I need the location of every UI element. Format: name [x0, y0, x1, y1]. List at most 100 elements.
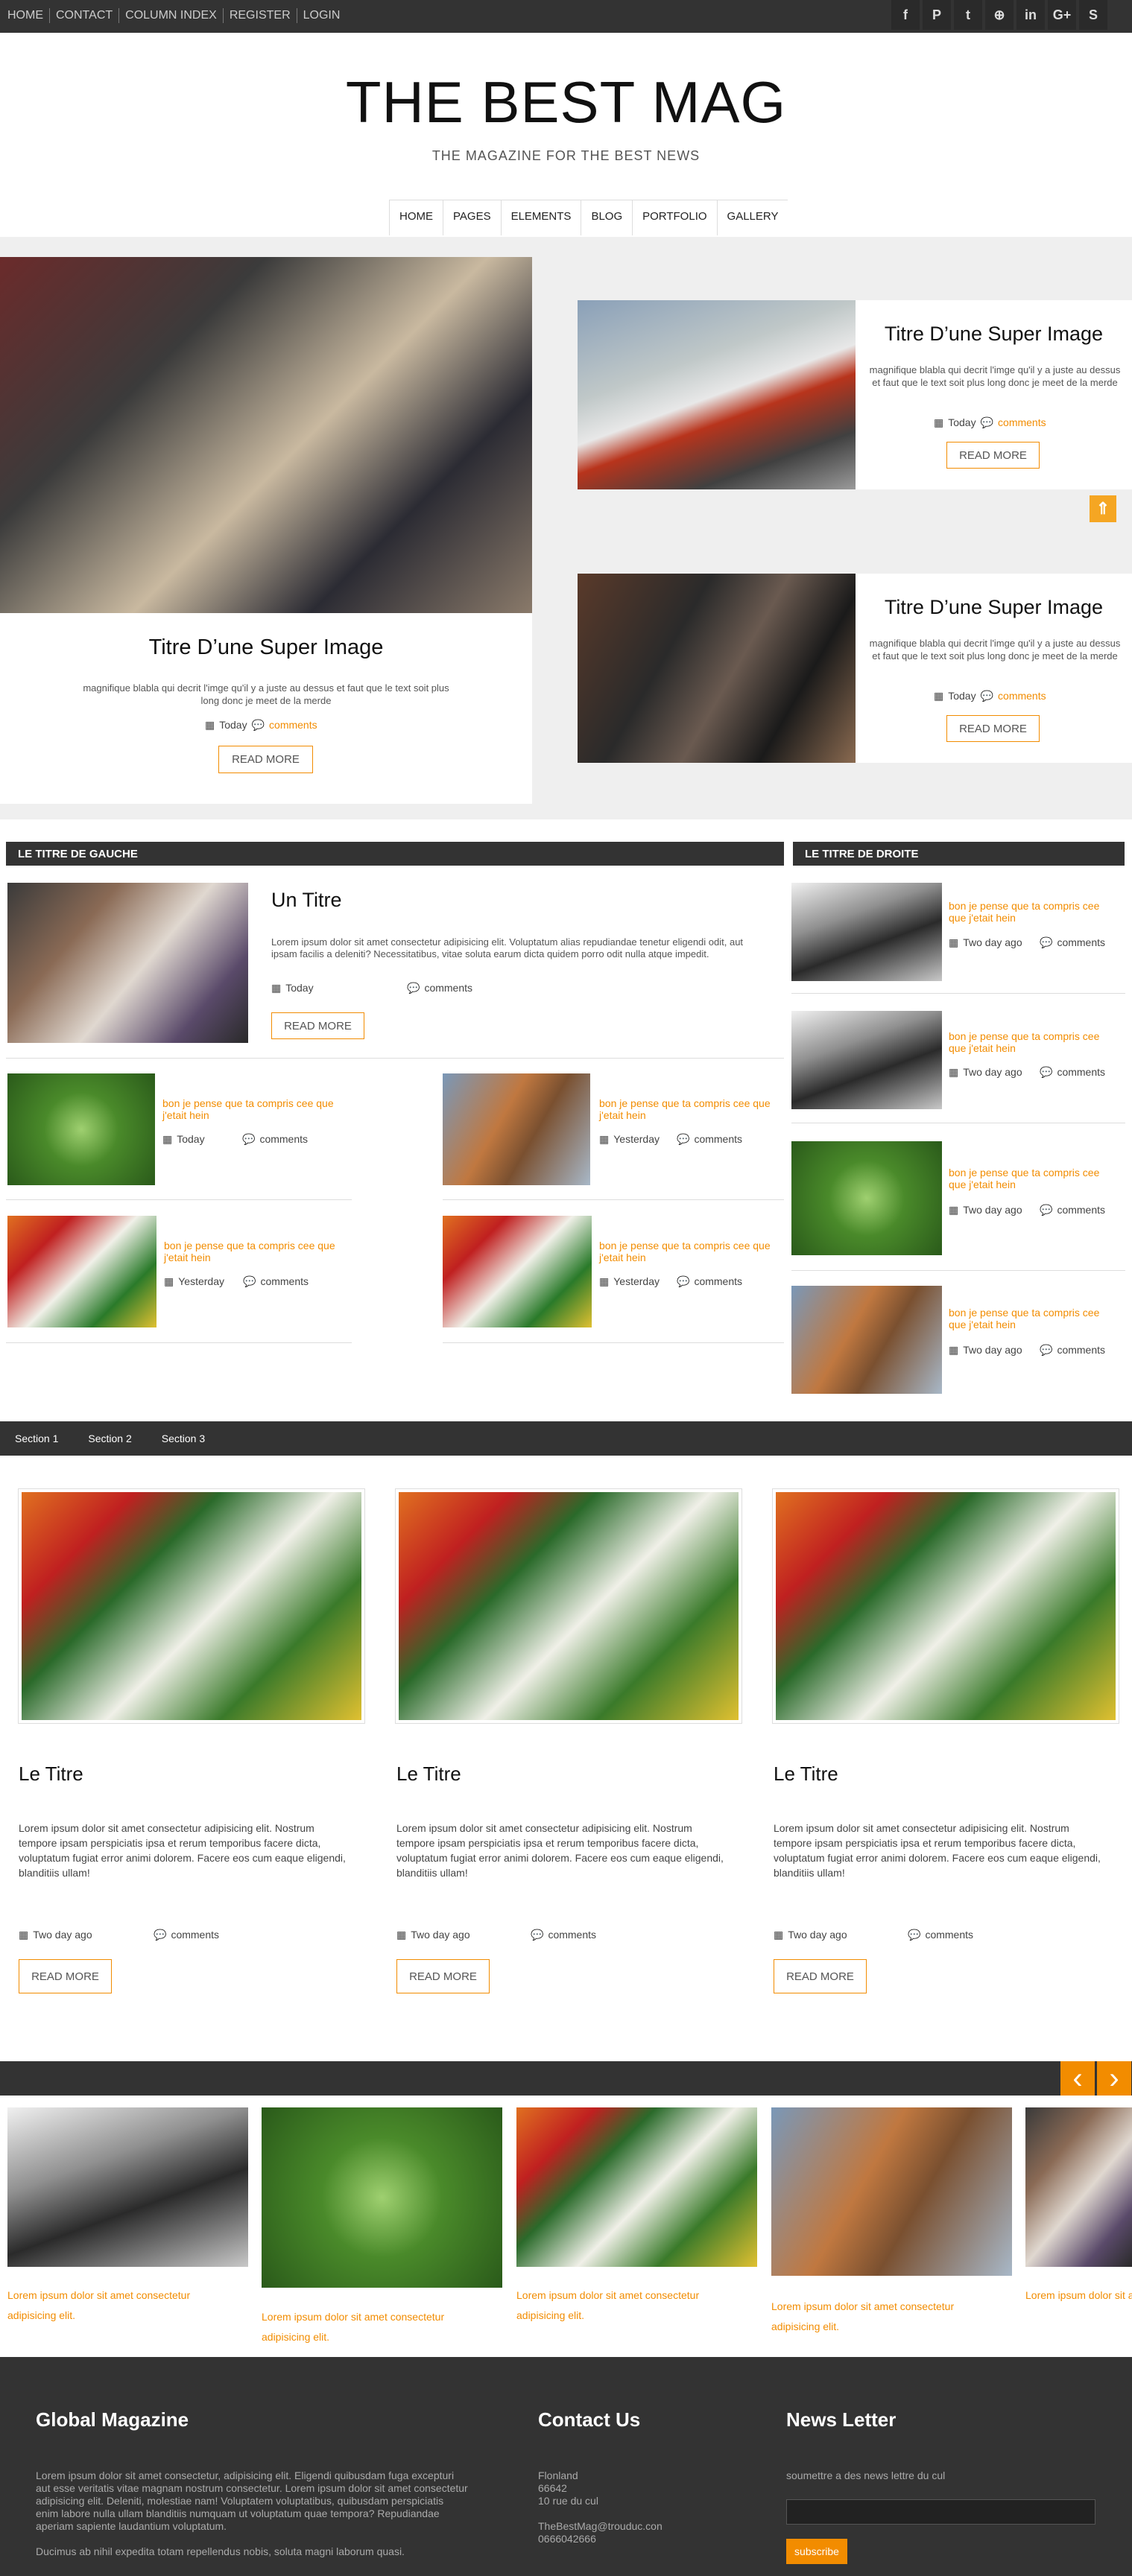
section-card-image-3[interactable]: [776, 1492, 1116, 1720]
featured-right-title-2[interactable]: Titre D’une Super Image: [856, 596, 1132, 619]
carousel-image-1[interactable]: [7, 2107, 248, 2267]
nav-item-blog[interactable]: BLOG: [581, 200, 632, 235]
section-card-read-more-3[interactable]: READ MORE: [774, 1959, 867, 1993]
calendar-icon: ▦: [949, 936, 959, 948]
carousel-caption-2[interactable]: Lorem ipsum dolor sit amet consectetur a…: [262, 2307, 485, 2347]
section-card-comments-3[interactable]: comments: [925, 1929, 973, 1941]
section-card-image-1[interactable]: [22, 1492, 361, 1720]
featured-right-image-2[interactable]: [578, 574, 856, 763]
site-title[interactable]: THE BEST MAG: [0, 69, 1132, 136]
facebook-icon[interactable]: f: [891, 0, 920, 30]
left-item-title-1[interactable]: bon je pense que ta compris cee que j'et…: [162, 1097, 345, 1121]
top-link-contact[interactable]: CONTACT: [50, 8, 120, 23]
linkedin-icon[interactable]: in: [1016, 0, 1045, 30]
right-item-comments-1[interactable]: comments: [1057, 936, 1105, 949]
carousel-next-button[interactable]: ›: [1097, 2061, 1131, 2096]
right-item-comments-3[interactable]: comments: [1057, 1204, 1105, 1216]
featured-main-comments[interactable]: comments: [269, 719, 317, 732]
right-item-comments-2[interactable]: comments: [1057, 1066, 1105, 1079]
nav-item-home[interactable]: HOME: [389, 200, 443, 235]
left-lead-comments[interactable]: comments: [424, 982, 472, 994]
carousel-caption-3[interactable]: Lorem ipsum dolor sit amet consectetur a…: [516, 2285, 740, 2326]
tab-section-1[interactable]: Section 1: [15, 1433, 58, 1444]
left-item-date-group-3: ▦ Yesterday: [164, 1275, 224, 1288]
divider: [791, 993, 1125, 994]
featured-right-read-more-2[interactable]: READ MORE: [946, 715, 1040, 742]
nav-item-elements[interactable]: ELEMENTS: [500, 200, 581, 235]
social-links: f P t ⊕ in G+ S: [891, 0, 1107, 30]
left-item-image-1[interactable]: [7, 1073, 155, 1185]
carousel-image-5[interactable]: [1025, 2107, 1132, 2267]
twitter-icon[interactable]: t: [954, 0, 982, 30]
left-item-date-3: Yesterday: [178, 1275, 224, 1287]
nav-item-pages[interactable]: PAGES: [443, 200, 501, 235]
featured-right-title-1[interactable]: Titre D’une Super Image: [856, 323, 1132, 346]
right-item-image-2[interactable]: [791, 1011, 942, 1109]
left-item-comments-1[interactable]: comments: [259, 1133, 308, 1146]
section-card-title-1[interactable]: Le Titre: [19, 1763, 83, 1786]
tab-section-3[interactable]: Section 3: [162, 1433, 205, 1444]
carousel-image-2[interactable]: [262, 2107, 502, 2288]
section-card-comments-2[interactable]: comments: [548, 1929, 596, 1941]
featured-right-read-more-1[interactable]: READ MORE: [946, 442, 1040, 469]
featured-main-title[interactable]: Titre D’une Super Image: [0, 635, 532, 660]
carousel-caption-1[interactable]: Lorem ipsum dolor sit amet consectetur a…: [7, 2285, 231, 2326]
skype-icon[interactable]: S: [1079, 0, 1107, 30]
top-link-home[interactable]: HOME: [6, 8, 50, 23]
top-bar: HOME CONTACT COLUMN INDEX REGISTER LOGIN…: [0, 0, 1132, 33]
carousel-image-3[interactable]: [516, 2107, 757, 2267]
dribbble-icon[interactable]: ⊕: [985, 0, 1014, 30]
left-item-comments-2[interactable]: comments: [694, 1133, 742, 1146]
top-link-login[interactable]: LOGIN: [297, 8, 347, 23]
right-item-image-3[interactable]: [791, 1141, 942, 1255]
left-lead-title[interactable]: Un Titre: [271, 889, 342, 912]
left-item-comments-3[interactable]: comments: [260, 1275, 309, 1288]
chevron-up-icon[interactable]: ⇑: [1090, 495, 1116, 522]
right-item-image-4[interactable]: [791, 1286, 942, 1394]
carousel-image-4[interactable]: [771, 2107, 1012, 2276]
left-item-title-3[interactable]: bon je pense que ta compris cee que j'et…: [164, 1240, 347, 1263]
nav-item-gallery[interactable]: GALLERY: [716, 200, 788, 235]
section-card-image-2[interactable]: [399, 1492, 739, 1720]
left-item-image-2[interactable]: [443, 1073, 590, 1185]
googleplus-icon[interactable]: G+: [1048, 0, 1076, 30]
section-card-title-2[interactable]: Le Titre: [396, 1763, 461, 1786]
featured-right-comments-1[interactable]: comments: [998, 416, 1046, 429]
featured-main-read-more[interactable]: READ MORE: [218, 746, 313, 773]
footer-contact-email[interactable]: TheBestMag@trouduc.con: [538, 2520, 663, 2533]
left-lead-read-more[interactable]: READ MORE: [271, 1012, 364, 1039]
featured-main-image[interactable]: [0, 257, 532, 613]
section-card-image-frame-1: [18, 1488, 365, 1724]
newsletter-email-input[interactable]: [786, 2499, 1095, 2525]
top-link-column-index[interactable]: COLUMN INDEX: [119, 8, 224, 23]
left-item-image-4[interactable]: [443, 1216, 592, 1327]
tab-section-2[interactable]: Section 2: [88, 1433, 131, 1444]
section-card-read-more-2[interactable]: READ MORE: [396, 1959, 490, 1993]
nav-item-portfolio[interactable]: PORTFOLIO: [632, 200, 716, 235]
section-card-read-more-1[interactable]: READ MORE: [19, 1959, 112, 1993]
footer-contact-title: Contact Us: [538, 2408, 641, 2431]
left-item-image-3[interactable]: [7, 1216, 156, 1327]
left-item-title-2[interactable]: bon je pense que ta compris cee que j'et…: [599, 1097, 782, 1121]
right-item-image-1[interactable]: [791, 883, 942, 981]
right-item-title-1[interactable]: bon je pense que ta compris cee que j'et…: [949, 900, 1116, 924]
carousel-prev-button[interactable]: ‹: [1060, 2061, 1095, 2096]
left-item-comments-4[interactable]: comments: [694, 1275, 742, 1288]
pinterest-icon[interactable]: P: [923, 0, 951, 30]
right-item-title-3[interactable]: bon je pense que ta compris cee que j'et…: [949, 1167, 1116, 1190]
left-item-comments-group-4: 💬 comments: [677, 1275, 742, 1288]
section-card-comments-1[interactable]: comments: [171, 1929, 219, 1941]
carousel-caption-5[interactable]: Lorem ipsum dolor sit amet consectetur a…: [1025, 2285, 1132, 2306]
right-item-title-2[interactable]: bon je pense que ta compris cee que j'et…: [949, 1030, 1116, 1054]
subscribe-button[interactable]: subscribe: [786, 2539, 847, 2564]
featured-right-comments-2[interactable]: comments: [998, 690, 1046, 702]
top-link-register[interactable]: REGISTER: [224, 8, 297, 23]
featured-right-card-1: Titre D’une Super Image magnifique blabl…: [578, 300, 1132, 489]
left-item-title-4[interactable]: bon je pense que ta compris cee que j'et…: [599, 1240, 782, 1263]
carousel-caption-4[interactable]: Lorem ipsum dolor sit amet consectetur a…: [771, 2297, 995, 2337]
featured-right-image-1[interactable]: [578, 300, 856, 489]
left-lead-image[interactable]: [7, 883, 248, 1043]
right-item-title-4[interactable]: bon je pense que ta compris cee que j'et…: [949, 1307, 1116, 1330]
right-item-comments-4[interactable]: comments: [1057, 1344, 1105, 1357]
section-card-title-3[interactable]: Le Titre: [774, 1763, 838, 1786]
